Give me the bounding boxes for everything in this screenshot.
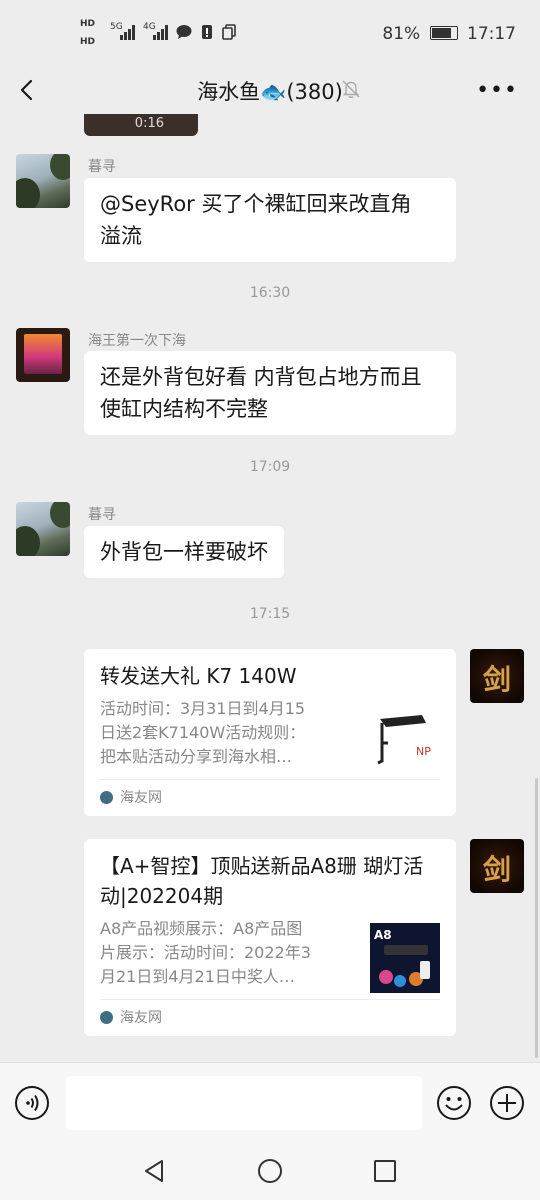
card-thumbnail-label: NP	[416, 745, 431, 758]
system-nav-bar	[0, 1144, 540, 1200]
message-bubble[interactable]: 还是外背包好看 内背包占地方而且 使缸内结构不完整	[84, 351, 456, 435]
source-logo-icon	[100, 1011, 113, 1024]
message-line: 使缸内结构不完整	[100, 397, 268, 421]
card-source: 海友网	[100, 999, 440, 1036]
message-bubble[interactable]: @SeyRor 买了个裸缸回来改直角 溢流	[84, 178, 456, 262]
chat-title: 海水鱼🐟(380)	[197, 80, 343, 104]
nav-back-icon[interactable]	[140, 1156, 170, 1186]
card-desc-line: 月21日到4月21日中奖人…	[100, 967, 295, 986]
card-thumbnail: NP	[370, 703, 440, 773]
card-desc-line: 活动时间：3月31日到4月15	[100, 699, 306, 718]
link-card[interactable]: 【A+智控】顶贴送新品A8珊 瑚灯活动|202204期 A8产品视频展示：A8产…	[84, 839, 456, 1036]
card-title: 【A+智控】顶贴送新品A8珊 瑚灯活动|202204期	[100, 854, 424, 908]
chat-bubble-icon	[176, 25, 192, 39]
avatar[interactable]: 剑	[470, 649, 524, 703]
source-logo-icon	[100, 791, 113, 804]
timestamp: 17:09	[249, 459, 291, 475]
message-line: 溢流	[100, 224, 142, 248]
avatar[interactable]	[16, 154, 70, 208]
card-title: 转发送大礼 K7 140W	[100, 664, 297, 688]
message-line: 还是外背包好看 内背包占地方而且	[100, 365, 422, 389]
bell-off-icon	[342, 80, 360, 98]
clock: 17:17	[467, 24, 516, 44]
chat-header: 海水鱼🐟(380) •••	[0, 66, 540, 114]
video-message[interactable]: 0:16	[84, 114, 198, 136]
timestamp: 16:30	[249, 285, 291, 301]
hd-badge: HD	[80, 19, 96, 29]
avatar[interactable]	[16, 502, 70, 556]
avatar[interactable]	[16, 328, 70, 382]
sender-name: 海王第一次下海	[88, 333, 186, 349]
hd-badge: HD	[80, 37, 96, 47]
more-options-button[interactable]: •••	[476, 78, 518, 103]
card-desc-line: 片展示：活动时间：2022年3	[100, 943, 311, 962]
signal-icon	[153, 24, 171, 40]
link-card[interactable]: 转发送大礼 K7 140W 活动时间：3月31日到4月15 日送2套K7140W…	[84, 649, 456, 816]
video-duration: 0:16	[134, 116, 164, 131]
voice-icon[interactable]	[14, 1085, 50, 1121]
battery-icon	[429, 26, 458, 40]
input-bar	[0, 1062, 540, 1145]
scrollbar[interactable]	[535, 778, 538, 1058]
sender-name: 暮寻	[88, 507, 116, 523]
emoji-icon[interactable]	[436, 1085, 472, 1121]
message-line: @SeyRor 买了个裸缸回来改直角	[100, 192, 412, 216]
card-source: 海友网	[100, 779, 440, 816]
plus-circle-icon[interactable]	[489, 1085, 525, 1121]
status-right: 81% 17:17	[382, 24, 516, 44]
card-thumbnail-label: A8	[374, 928, 392, 942]
copy-icon	[222, 24, 236, 40]
nav-home-icon[interactable]	[255, 1156, 285, 1186]
timestamp: 17:15	[249, 606, 291, 622]
card-desc-line: A8产品视频展示：A8产品图	[100, 919, 303, 938]
message-input[interactable]	[66, 1076, 422, 1130]
message-bubble[interactable]: 外背包一样要破坏	[84, 526, 284, 578]
message-list[interactable]: 0:16 暮寻 @SeyRor 买了个裸缸回来改直角 溢流 16:30 海王第一…	[0, 114, 540, 1062]
sender-name: 暮寻	[88, 159, 116, 175]
message-line: 外背包一样要破坏	[100, 540, 268, 564]
signal-icon	[120, 24, 138, 40]
battery-percent: 81%	[382, 24, 421, 44]
card-desc-line: 日送2套K7140W活动规则：	[100, 723, 306, 742]
card-thumbnail: A8	[370, 923, 440, 993]
alert-icon	[202, 25, 212, 39]
avatar[interactable]: 剑	[470, 839, 524, 893]
status-bar: HD HD 5G 4G 81% 17:17	[0, 0, 540, 66]
card-desc-line: 把本贴活动分享到海水相…	[100, 747, 293, 766]
nav-recent-icon[interactable]	[370, 1156, 400, 1186]
